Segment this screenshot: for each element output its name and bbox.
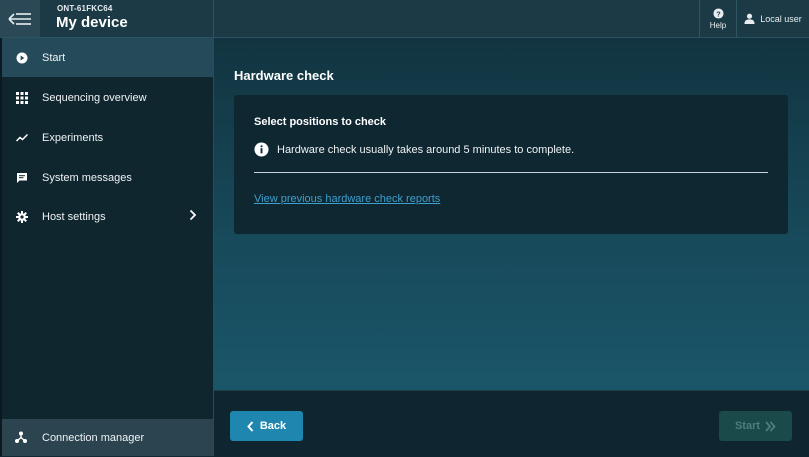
back-button-label: Back: [259, 420, 287, 432]
info-icon: [254, 142, 269, 157]
sidebar-item-sequencing-overview[interactable]: Sequencing overview: [0, 78, 213, 117]
back-button[interactable]: Back: [230, 411, 303, 441]
help-label: Help: [709, 20, 727, 30]
main-content: Hardware check Select positions to check…: [214, 38, 809, 390]
sidebar-item-label: Start: [42, 51, 66, 64]
hardware-check-card: Select positions to check Hardware check…: [234, 95, 788, 234]
window-edge: [0, 38, 2, 456]
info-row: Hardware check usually takes around 5 mi…: [254, 142, 574, 157]
chat-icon: [15, 171, 29, 185]
gear-icon: [15, 210, 29, 224]
sidebar-item-connection-manager[interactable]: Connection manager: [0, 419, 213, 456]
chevron-left-icon: [247, 420, 254, 432]
previous-reports-link[interactable]: View previous hardware check reports: [254, 193, 440, 205]
divider: [254, 172, 768, 173]
user-icon: [744, 13, 755, 24]
trend-line-icon: [15, 131, 29, 145]
svg-text:?: ?: [716, 9, 721, 18]
sidebar: Start Sequencing overview Experiments Sy…: [0, 38, 214, 456]
chevron-right-icon: [189, 208, 197, 226]
sidebar-item-system-messages[interactable]: System messages: [0, 158, 213, 197]
page-title: Hardware check: [234, 68, 334, 83]
top-bar: ONT-61FKC64 My device ? Help Local user: [0, 0, 809, 38]
help-icon: ?: [712, 7, 724, 19]
sidebar-item-label: Connection manager: [42, 431, 145, 444]
play-circle-icon: [15, 51, 29, 65]
menu-back-icon: [8, 12, 31, 25]
start-button-label: Start: [734, 420, 761, 432]
sidebar-item-label: Sequencing overview: [42, 91, 147, 104]
card-title: Select positions to check: [254, 116, 387, 128]
double-chevron-right-icon: [765, 420, 776, 432]
user-label: Local user: [760, 13, 802, 24]
user-menu-button[interactable]: Local user: [737, 0, 809, 37]
topbar-divider: [213, 0, 214, 37]
help-button[interactable]: ? Help: [700, 0, 736, 37]
network-icon: [15, 430, 29, 444]
sidebar-item-label: System messages: [42, 171, 132, 184]
start-button[interactable]: Start: [719, 411, 792, 441]
sidebar-item-label: Host settings: [42, 210, 106, 223]
device-id: ONT-61FKC64: [57, 4, 113, 13]
menu-button[interactable]: [0, 0, 40, 37]
sidebar-item-label: Experiments: [42, 131, 104, 144]
sidebar-item-experiments[interactable]: Experiments: [0, 118, 213, 157]
sidebar-item-start[interactable]: Start: [0, 38, 213, 77]
device-name: My device: [56, 14, 128, 31]
footer-bar: Back Start: [214, 390, 809, 457]
info-text: Hardware check usually takes around 5 mi…: [277, 143, 575, 156]
sidebar-item-host-settings[interactable]: Host settings: [0, 197, 213, 236]
grid-icon: [15, 91, 29, 105]
